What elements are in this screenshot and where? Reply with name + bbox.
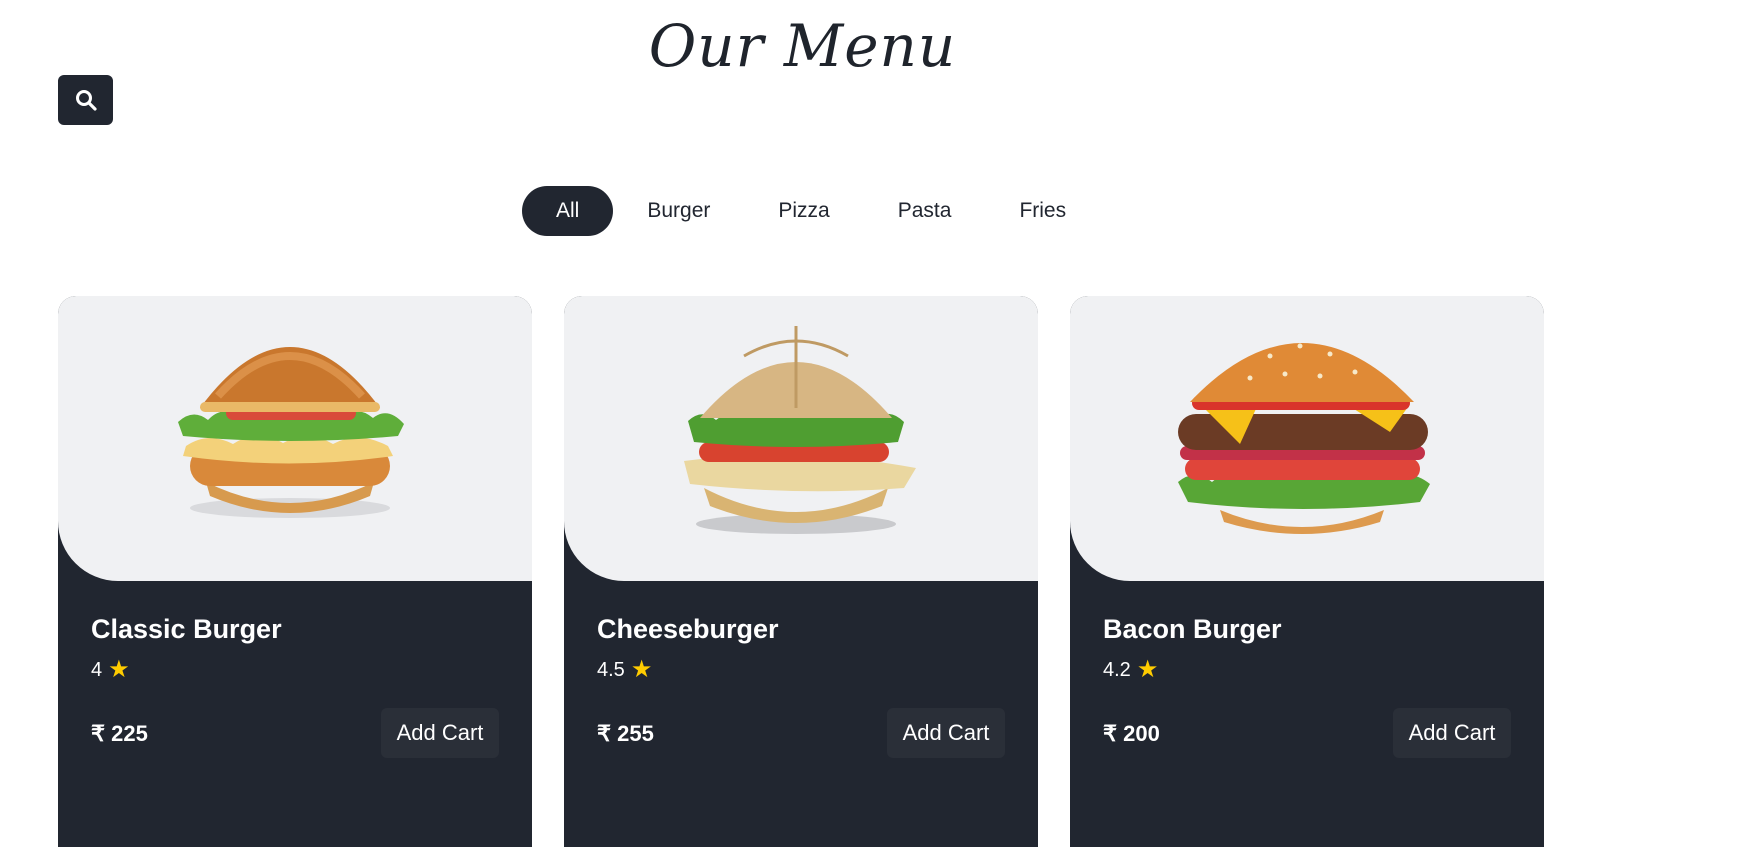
card-image-area xyxy=(1070,296,1544,581)
card-image-area xyxy=(564,296,1038,581)
item-price: ₹ 255 xyxy=(597,721,654,746)
filter-fries[interactable]: Fries xyxy=(985,186,1100,236)
classic-burger-image xyxy=(178,347,404,518)
filter-burger[interactable]: Burger xyxy=(613,186,744,236)
filter-pizza[interactable]: Pizza xyxy=(744,186,863,236)
card-image-area xyxy=(58,296,532,581)
rating-value: 4 xyxy=(91,658,103,681)
star-icon: ★ xyxy=(1136,656,1159,683)
search-icon xyxy=(75,90,97,111)
rating-value: 4.5 xyxy=(597,658,625,681)
cheeseburger-image xyxy=(684,326,916,534)
item-rating: 4.5 ★ xyxy=(597,658,652,682)
filter-all[interactable]: All xyxy=(522,186,614,236)
item-price: ₹ 200 xyxy=(1103,721,1160,746)
page-title: Our Menu xyxy=(648,12,957,80)
item-rating: 4.2 ★ xyxy=(1103,658,1158,682)
bacon-burger-image xyxy=(1178,343,1430,534)
star-icon: ★ xyxy=(630,656,653,683)
star-icon: ★ xyxy=(108,656,130,683)
menu-card-cheeseburger: Cheeseburger 4.5 ★ ₹ 255 Add Cart xyxy=(564,296,1038,847)
item-name: Bacon Burger xyxy=(1103,614,1282,644)
search-button[interactable] xyxy=(58,75,113,125)
filter-pasta[interactable]: Pasta xyxy=(864,186,986,236)
item-name: Cheeseburger xyxy=(597,614,779,644)
item-rating: 4 ★ xyxy=(91,658,130,682)
item-name: Classic Burger xyxy=(91,614,282,644)
item-price: ₹ 225 xyxy=(91,721,148,746)
add-cart-button[interactable]: Add Cart xyxy=(381,708,499,758)
category-filters: All Burger Pizza Pasta Fries xyxy=(522,186,1100,236)
menu-card-classic-burger: Classic Burger 4 ★ ₹ 225 Add Cart xyxy=(58,296,532,847)
menu-page: Our Menu All Burger Pizza Pasta Fries Cl… xyxy=(0,0,1764,847)
menu-card-bacon-burger: Bacon Burger 4.2 ★ ₹ 200 Add Cart xyxy=(1070,296,1544,847)
add-cart-button[interactable]: Add Cart xyxy=(887,708,1005,758)
rating-value: 4.2 xyxy=(1103,658,1131,681)
add-cart-button[interactable]: Add Cart xyxy=(1393,708,1511,758)
